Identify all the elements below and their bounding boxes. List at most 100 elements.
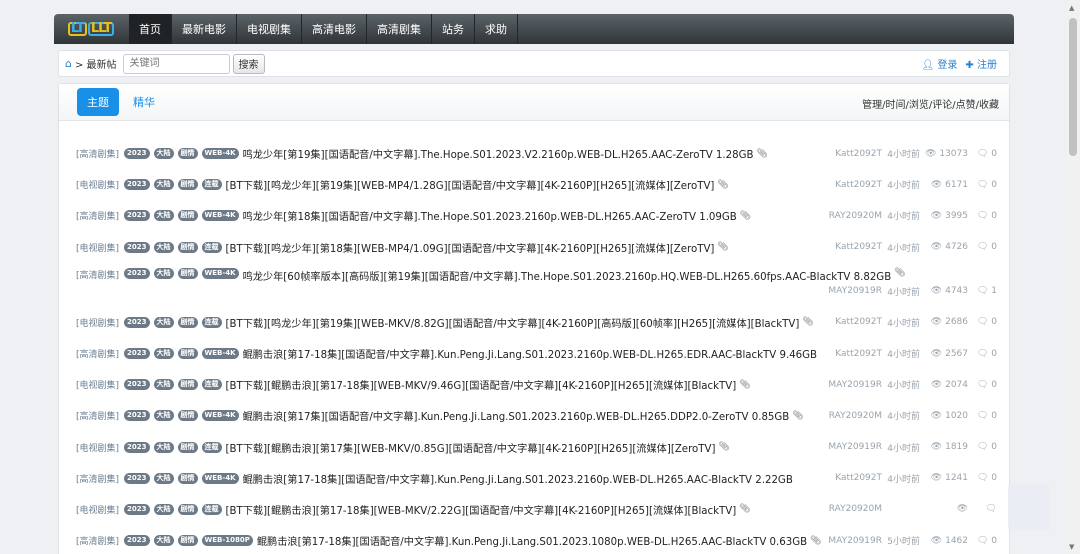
post-category[interactable]: [高清剧集]	[76, 347, 119, 360]
post-tag[interactable]: 剧情	[177, 241, 198, 253]
post-category[interactable]: [高清剧集]	[76, 534, 119, 547]
post-tag[interactable]: 连载	[201, 379, 222, 391]
post-tag[interactable]: WEB-4K	[201, 210, 239, 222]
post-tag[interactable]: 连载	[201, 441, 222, 453]
register-link[interactable]: ✚ 注册	[965, 56, 997, 71]
post-tag[interactable]: 连载	[201, 179, 222, 191]
post-tag[interactable]: 大陆	[153, 472, 174, 484]
post-author[interactable]: Katt2092T	[800, 180, 882, 190]
post-tag[interactable]: 剧情	[177, 535, 198, 547]
post-tag[interactable]: 2023	[124, 210, 150, 222]
post-author[interactable]: RAY20920M	[800, 211, 882, 221]
post-tag[interactable]: 剧情	[177, 410, 198, 422]
post-tag[interactable]: 连载	[201, 241, 222, 253]
post-category[interactable]: [电视剧集]	[76, 241, 119, 254]
post-tag[interactable]: 2023	[124, 316, 150, 328]
post-author[interactable]: Katt2092T	[800, 317, 882, 327]
post-title[interactable]: 鸣龙少年[第19集][国语配音/中文字幕].The.Hope.S01.2023.…	[243, 146, 754, 161]
nav-new-movies[interactable]: 最新电影	[172, 14, 237, 44]
post-category[interactable]: [电视剧集]	[76, 503, 119, 516]
post-tag[interactable]: 大陆	[153, 179, 174, 191]
post-tag[interactable]: 大陆	[153, 503, 174, 515]
post-tag[interactable]: 2023	[124, 267, 150, 279]
post-tag[interactable]: 剧情	[177, 472, 198, 484]
post-category[interactable]: [高清剧集]	[76, 268, 119, 281]
post-tag[interactable]: 剧情	[177, 503, 198, 515]
post-tag[interactable]: WEB-4K	[201, 148, 239, 160]
post-title[interactable]: [BT下载][鸣龙少年][第19集][WEB-MKV/8.82G][国语配音/中…	[226, 315, 800, 330]
tab-topics[interactable]: 主题	[77, 88, 119, 116]
post-tag[interactable]: WEB-4K	[201, 410, 239, 422]
scroll-down-icon[interactable]: ▼	[1069, 543, 1074, 551]
post-author[interactable]: MAY20919R	[800, 380, 882, 390]
post-author[interactable]: MAY20919R	[800, 536, 882, 546]
post-tag[interactable]: 2023	[124, 179, 150, 191]
search-input[interactable]	[122, 53, 230, 74]
sort-options[interactable]: 管理/时间/浏览/评论/点赞/收藏	[862, 96, 999, 111]
post-tag[interactable]: WEB-4K	[201, 267, 239, 279]
post-tag[interactable]: 剧情	[177, 179, 198, 191]
nav-home[interactable]: 首页	[129, 14, 172, 44]
post-category[interactable]: [高清剧集]	[76, 472, 119, 485]
post-tag[interactable]: 剧情	[177, 267, 198, 279]
post-title[interactable]: 鸣龙少年[第18集][国语配音/中文字幕].The.Hope.S01.2023.…	[243, 208, 737, 223]
post-category[interactable]: [高清剧集]	[76, 209, 119, 222]
post-tag[interactable]: 大陆	[153, 241, 174, 253]
post-author[interactable]: Katt2092T	[800, 349, 882, 359]
post-title[interactable]: 鲲鹏击浪[第17-18集][国语配音/中文字幕].Kun.Peng.Ji.Lan…	[257, 533, 807, 548]
post-tag[interactable]: 剧情	[177, 316, 198, 328]
post-title[interactable]: 鲲鹏击浪[第17-18集][国语配音/中文字幕].Kun.Peng.Ji.Lan…	[243, 471, 793, 486]
post-title[interactable]: [BT下载][鲲鹏击浪][第17集][WEB-MKV/0.85G][国语配音/中…	[226, 440, 716, 455]
post-tag[interactable]: 剧情	[177, 348, 198, 360]
post-category[interactable]: [电视剧集]	[76, 441, 119, 454]
post-category[interactable]: [电视剧集]	[76, 316, 119, 329]
post-tag[interactable]: 大陆	[153, 148, 174, 160]
post-tag[interactable]: 剧情	[177, 441, 198, 453]
post-author[interactable]: Katt2092T	[800, 149, 882, 159]
post-tag[interactable]: 2023	[124, 472, 150, 484]
post-title[interactable]: [BT下载][鸣龙少年][第18集][WEB-MP4/1.09G][国语配音/中…	[226, 240, 715, 255]
post-category[interactable]: [电视剧集]	[76, 178, 119, 191]
post-tag[interactable]: 剧情	[177, 148, 198, 160]
scrollbar[interactable]: ▲ ▼	[1066, 0, 1080, 554]
post-tag[interactable]: 2023	[124, 148, 150, 160]
home-icon[interactable]: ⌂	[65, 57, 72, 70]
post-tag[interactable]: 剧情	[177, 379, 198, 391]
post-author[interactable]: MAY20919R	[800, 286, 882, 296]
post-author[interactable]: MAY20919R	[800, 442, 882, 452]
post-author[interactable]: Katt2092T	[800, 473, 882, 483]
post-category[interactable]: [高清剧集]	[76, 409, 119, 422]
post-title[interactable]: [BT下载][鲲鹏击浪][第17-18集][WEB-MKV/9.46G][国语配…	[226, 377, 737, 392]
post-tag[interactable]: 2023	[124, 348, 150, 360]
post-author[interactable]: RAY20920M	[800, 411, 882, 421]
nav-hd-series[interactable]: 高清剧集	[367, 14, 432, 44]
post-tag[interactable]: 连载	[201, 316, 222, 328]
post-title[interactable]: 鸣龙少年[60帧率版本][高码版][第19集][国语配音/中文字幕].The.H…	[243, 268, 892, 283]
post-tag[interactable]: 连载	[201, 503, 222, 515]
post-category[interactable]: [电视剧集]	[76, 378, 119, 391]
login-link[interactable]: 👤︎ 登录	[922, 56, 958, 71]
post-tag[interactable]: WEB-1080P	[201, 535, 253, 547]
post-tag[interactable]: 2023	[124, 241, 150, 253]
post-tag[interactable]: 大陆	[153, 210, 174, 222]
post-tag[interactable]: 2023	[124, 503, 150, 515]
post-tag[interactable]: 大陆	[153, 348, 174, 360]
post-tag[interactable]: 2023	[124, 410, 150, 422]
post-tag[interactable]: 2023	[124, 441, 150, 453]
tab-featured[interactable]: 精华	[123, 88, 165, 116]
search-button[interactable]: 搜索	[232, 53, 265, 74]
post-title[interactable]: [BT下载][鸣龙少年][第19集][WEB-MP4/1.28G][国语配音/中…	[226, 177, 715, 192]
post-tag[interactable]: 大陆	[153, 379, 174, 391]
post-tag[interactable]: 剧情	[177, 210, 198, 222]
post-tag[interactable]: WEB-4K	[201, 348, 239, 360]
post-category[interactable]: [高清剧集]	[76, 147, 119, 160]
post-tag[interactable]: 大陆	[153, 441, 174, 453]
post-tag[interactable]: 大陆	[153, 535, 174, 547]
nav-help[interactable]: 求助	[475, 14, 518, 44]
post-title[interactable]: 鲲鹏击浪[第17集][国语配音/中文字幕].Kun.Peng.Ji.Lang.S…	[243, 408, 790, 423]
post-author[interactable]: Katt2092T	[800, 242, 882, 252]
scroll-thumb[interactable]	[1069, 18, 1077, 156]
floating-widget[interactable]	[1008, 484, 1050, 530]
post-tag[interactable]: 大陆	[153, 316, 174, 328]
post-tag[interactable]: WEB-4K	[201, 472, 239, 484]
